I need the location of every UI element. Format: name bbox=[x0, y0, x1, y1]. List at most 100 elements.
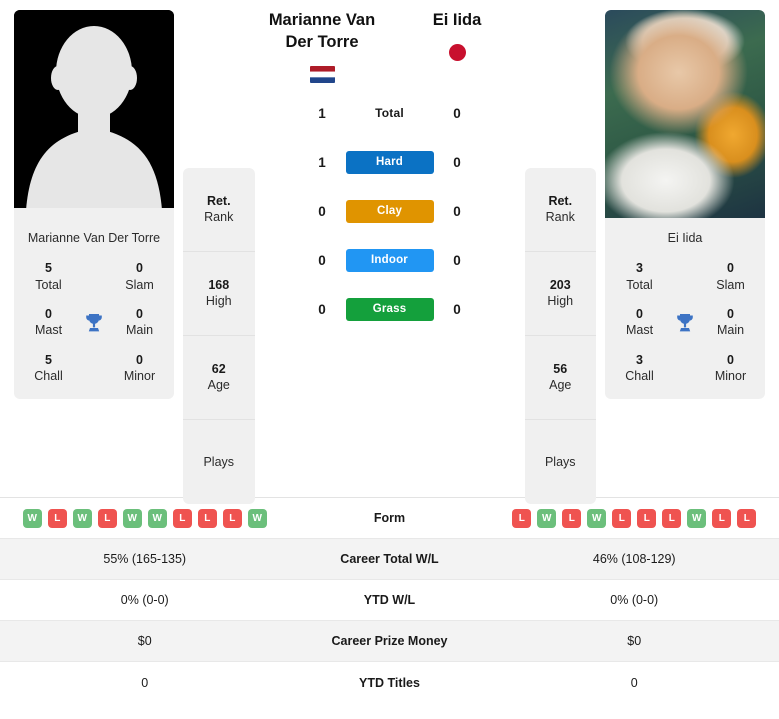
player-name-right-card: Ei Iida bbox=[667, 231, 703, 245]
ranking-card-right: Ret. Rank 203 High 56 Age Plays bbox=[524, 168, 596, 504]
form-badge-l: L bbox=[637, 508, 657, 528]
row-label-career-wl: Career Total W/L bbox=[340, 552, 439, 566]
surface-label-indoor[interactable]: Indoor bbox=[345, 248, 434, 272]
surface-left-value: 0 bbox=[318, 301, 326, 317]
titles-slam-left: 0 Slam bbox=[125, 260, 154, 292]
surface-right-value: 0 bbox=[453, 252, 461, 268]
form-left: WLWLWWLLLW bbox=[0, 508, 290, 528]
form-badge-l: L bbox=[97, 508, 117, 528]
surface-row-grass: 0 Grass 0 bbox=[312, 285, 467, 334]
form-badge-l: L bbox=[47, 508, 67, 528]
titles-main-right: 0 Main bbox=[716, 306, 745, 338]
surface-right-value: 0 bbox=[453, 203, 461, 219]
center-comparison-column: Marianne Van Der Torre Ei Iida 1 Total 0 bbox=[255, 0, 525, 334]
prize-money-right: $0 bbox=[627, 634, 642, 648]
form-badge-w: W bbox=[537, 508, 557, 528]
player-names-row: Marianne Van Der Torre Ei Iida bbox=[255, 10, 525, 83]
form-badge-w: W bbox=[147, 508, 167, 528]
form-badge-w: W bbox=[687, 508, 707, 528]
form-badge-l: L bbox=[737, 508, 757, 528]
form-badges-right: LWLWLLLWLL bbox=[496, 508, 774, 528]
titles-card-right: Ei Iida 3 Total 0 Slam 0 Mast 0 Main 3 C… bbox=[605, 218, 765, 399]
form-badge-l: L bbox=[222, 508, 242, 528]
form-badge-w: W bbox=[587, 508, 607, 528]
titles-main-left: 0 Main bbox=[125, 306, 154, 338]
surface-right-value: 0 bbox=[453, 105, 461, 121]
surface-row-total: 1 Total 0 bbox=[312, 89, 467, 138]
player-photo-left[interactable] bbox=[14, 10, 174, 218]
player-name-left: Marianne Van Der Torre bbox=[268, 11, 376, 51]
form-badge-l: L bbox=[562, 508, 582, 528]
trophy-icon bbox=[77, 311, 111, 335]
surface-left-value: 1 bbox=[318, 154, 326, 170]
titles-slam-right: 0 Slam bbox=[716, 260, 745, 292]
player-photo-image bbox=[605, 10, 765, 218]
titles-chall-left: 5 Chall bbox=[34, 352, 63, 384]
surface-right-value: 0 bbox=[453, 301, 461, 317]
info-rank-right: Ret. Rank bbox=[524, 168, 596, 252]
info-age-right: 56 Age bbox=[524, 336, 596, 420]
surface-row-hard: 1 Hard 0 bbox=[312, 138, 467, 187]
player-header-right: Ei Iida bbox=[390, 10, 525, 61]
info-age-left: 62 Age bbox=[183, 336, 255, 420]
ytd-wl-left: 0% (0-0) bbox=[120, 593, 169, 607]
player-card-right[interactable]: Ei Iida 3 Total 0 Slam 0 Mast 0 Main 3 C… bbox=[605, 10, 765, 399]
titles-total-right: 3 Total bbox=[626, 260, 653, 292]
surface-label-total: Total bbox=[375, 106, 404, 121]
placeholder-avatar-icon bbox=[14, 10, 174, 218]
table-row-career-wl: 55% (165-135) Career Total W/L 46% (108-… bbox=[0, 539, 779, 580]
row-label-form: Form bbox=[373, 511, 406, 525]
player-name-right: Ei Iida bbox=[432, 11, 482, 29]
ytd-wl-right: 0% (0-0) bbox=[610, 593, 659, 607]
info-plays-right: Plays bbox=[544, 454, 576, 469]
surface-row-clay: 0 Clay 0 bbox=[312, 187, 467, 236]
table-row-prize-money: $0 Career Prize Money $0 bbox=[0, 621, 779, 662]
player-header-left: Marianne Van Der Torre bbox=[255, 10, 390, 83]
surface-right-value: 0 bbox=[453, 154, 461, 170]
info-high-left: 168 High bbox=[183, 252, 255, 336]
titles-minor-left: 0 Minor bbox=[123, 352, 156, 384]
table-row-form: WLWLWWLLLW Form LWLWLLLWLL bbox=[0, 498, 779, 539]
form-badges-left: WLWLWWLLLW bbox=[6, 508, 284, 528]
player-name-left-card: Marianne Van Der Torre bbox=[27, 231, 161, 245]
info-plays-left: Plays bbox=[203, 454, 235, 469]
titles-grid-left: 5 Total 0 Slam 0 Mast 0 Main 5 Chall 0 M… bbox=[20, 261, 168, 385]
form-badge-w: W bbox=[22, 508, 42, 528]
info-high-right: 203 High bbox=[524, 252, 596, 336]
netherlands-flag-icon bbox=[309, 65, 335, 83]
player-photo-right[interactable] bbox=[605, 10, 765, 218]
table-row-ytd-wl: 0% (0-0) YTD W/L 0% (0-0) bbox=[0, 580, 779, 621]
player-card-left[interactable]: Marianne Van Der Torre 5 Total 0 Slam 0 … bbox=[14, 10, 174, 399]
form-badge-l: L bbox=[197, 508, 217, 528]
japan-flag-icon bbox=[448, 43, 466, 61]
trophy-icon bbox=[668, 311, 702, 335]
comparison-table: WLWLWWLLLW Form LWLWLLLWLL 55% (165-135)… bbox=[0, 497, 779, 703]
prize-money-left: $0 bbox=[137, 634, 152, 648]
info-rank-left: Ret. Rank bbox=[183, 168, 255, 252]
form-badge-l: L bbox=[712, 508, 732, 528]
surface-label-clay[interactable]: Clay bbox=[345, 199, 434, 223]
ytd-titles-left: 0 bbox=[141, 675, 149, 690]
titles-mast-left: 0 Mast bbox=[34, 306, 63, 338]
surface-titles-list: 1 Total 0 1 Hard 0 0 Clay 0 0 Indoor 0 0 bbox=[312, 89, 467, 334]
titles-mast-right: 0 Mast bbox=[625, 306, 654, 338]
titles-chall-right: 3 Chall bbox=[625, 352, 654, 384]
titles-minor-right: 0 Minor bbox=[714, 352, 747, 384]
titles-total-left: 5 Total bbox=[35, 260, 62, 292]
form-badge-l: L bbox=[172, 508, 192, 528]
surface-row-indoor: 0 Indoor 0 bbox=[312, 236, 467, 285]
surface-label-hard[interactable]: Hard bbox=[345, 150, 434, 174]
player-comparison-header: Marianne Van Der Torre 5 Total 0 Slam 0 … bbox=[0, 0, 779, 504]
form-badge-w: W bbox=[247, 508, 267, 528]
row-label-ytd-titles: YTD Titles bbox=[359, 675, 420, 690]
career-wl-right: 46% (108-129) bbox=[592, 552, 676, 566]
form-badge-w: W bbox=[122, 508, 142, 528]
row-label-ytd-wl: YTD W/L bbox=[363, 593, 416, 607]
surface-left-value: 1 bbox=[318, 105, 326, 121]
career-wl-left: 55% (165-135) bbox=[103, 552, 187, 566]
surface-left-value: 0 bbox=[318, 252, 326, 268]
form-right: LWLWLLLWLL bbox=[490, 508, 779, 528]
surface-label-grass[interactable]: Grass bbox=[345, 297, 434, 321]
row-label-prize-money: Career Prize Money bbox=[331, 634, 448, 648]
surface-left-value: 0 bbox=[318, 203, 326, 219]
